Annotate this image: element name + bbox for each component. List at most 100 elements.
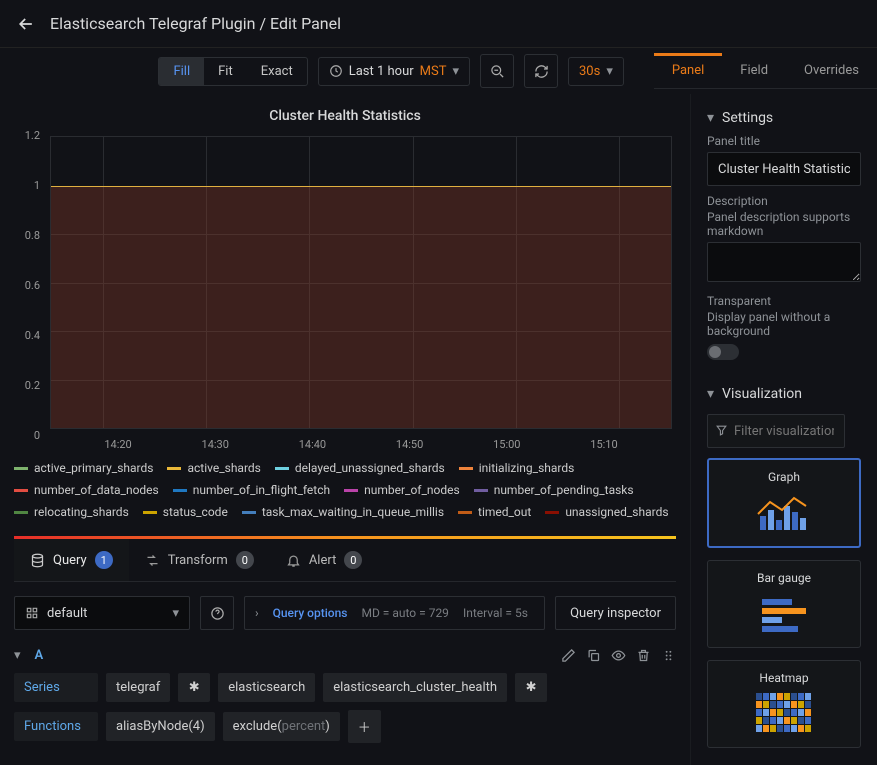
tab-field[interactable]: Field	[722, 53, 786, 88]
legend-item[interactable]: active_shards	[167, 461, 260, 475]
description-label: Description	[707, 194, 861, 208]
zoom-out-button[interactable]	[480, 54, 514, 88]
time-range-label: Last 1 hour	[349, 64, 414, 79]
series-tag[interactable]: telegraf	[106, 673, 170, 702]
fit-fill[interactable]: Fill	[159, 58, 204, 85]
right-tabs: Panel Field Overrides	[654, 53, 877, 89]
tab-overrides[interactable]: Overrides	[786, 53, 877, 88]
legend-item[interactable]: status_code	[143, 505, 228, 519]
datasource-select[interactable]: default ▾	[14, 596, 190, 630]
series-wildcard[interactable]: ✱	[515, 673, 547, 702]
description-hint: Panel description supports markdown	[707, 210, 861, 238]
tab-alert-label: Alert	[309, 553, 337, 568]
legend-item[interactable]: active_primary_shards	[14, 461, 153, 475]
functions-label: Functions	[14, 712, 98, 741]
datasource-value: default	[47, 606, 87, 621]
series-tag[interactable]: elasticsearch	[218, 673, 315, 702]
tab-alert[interactable]: Alert 0	[270, 539, 379, 581]
viz-card-heatmap[interactable]: Heatmap	[707, 660, 861, 748]
chevron-right-icon: ›	[255, 606, 259, 620]
tab-query[interactable]: Query 1	[14, 539, 129, 581]
back-arrow-icon[interactable]	[16, 14, 36, 34]
legend-item[interactable]: initializing_shards	[459, 461, 575, 475]
query-interval-label: Interval = 5s	[463, 606, 528, 620]
chart-legend: active_primary_shards active_shards delaye…	[14, 461, 676, 519]
legend-item[interactable]: timed_out	[458, 505, 531, 519]
series-tag[interactable]: elasticsearch_cluster_health	[323, 673, 507, 702]
chevron-down-icon: ▾	[707, 386, 714, 402]
legend-item[interactable]: relocating_shards	[14, 505, 129, 519]
legend-item[interactable]: number_of_pending_tasks	[474, 483, 634, 497]
panel-title-input[interactable]	[707, 152, 861, 186]
series-wildcard[interactable]: ✱	[178, 673, 210, 702]
visualization-section-toggle[interactable]: ▾ Visualization	[707, 386, 861, 402]
legend-item[interactable]: task_max_waiting_in_queue_millis	[242, 505, 444, 519]
database-icon	[30, 553, 45, 568]
chevron-down-icon[interactable]: ▾	[14, 648, 21, 663]
add-function-button[interactable]: ＋	[348, 710, 381, 743]
query-count-badge: 1	[95, 551, 113, 569]
legend-item[interactable]: unassigned_shards	[545, 505, 668, 519]
chevron-down-icon: ▾	[452, 64, 459, 79]
transparent-hint: Display panel without a background	[707, 310, 861, 338]
function-tag[interactable]: exclude(percent)	[223, 712, 340, 741]
graph-icon	[754, 492, 814, 532]
functions-row: Functions aliasByNode(4) exclude(percent…	[14, 710, 676, 743]
heatmap-icon	[756, 693, 812, 733]
refresh-button[interactable]	[524, 54, 558, 88]
breadcrumb: Elasticsearch Telegraf Plugin / Edit Pan…	[50, 14, 341, 33]
drag-handle-icon[interactable]	[661, 648, 676, 663]
viz-card-graph[interactable]: Graph	[707, 458, 861, 548]
time-range-picker[interactable]: Last 1 hour MST ▾	[318, 57, 470, 86]
viz-card-label: Bar gauge	[708, 571, 860, 585]
query-section-tabs: Query 1 Transform 0 Alert 0	[14, 539, 676, 582]
help-icon	[210, 606, 225, 621]
series-row: Series telegraf ✱ elasticsearch elastics…	[14, 673, 676, 702]
transparent-toggle[interactable]	[707, 344, 739, 360]
transparent-label: Transparent	[707, 294, 861, 308]
tab-panel[interactable]: Panel	[654, 53, 722, 88]
settings-section-toggle[interactable]: ▾ Settings	[707, 110, 861, 126]
fit-mode-segment: Fill Fit Exact	[158, 57, 307, 86]
query-options-bar[interactable]: › Query options MD = auto = 729 Interval…	[244, 596, 545, 630]
eye-icon[interactable]	[611, 648, 626, 663]
trash-icon[interactable]	[636, 648, 651, 663]
query-id: A	[35, 648, 44, 663]
legend-item[interactable]: number_of_data_nodes	[14, 483, 159, 497]
timezone-label: MST	[420, 64, 447, 79]
query-options-link[interactable]: Query options	[273, 606, 348, 620]
function-tag[interactable]: aliasByNode(4)	[106, 712, 215, 741]
fit-fit[interactable]: Fit	[204, 58, 247, 85]
tab-query-label: Query	[53, 553, 87, 568]
copy-icon[interactable]	[586, 648, 601, 663]
tab-transform-label: Transform	[168, 553, 228, 568]
viz-card-label: Graph	[709, 470, 859, 484]
filter-icon	[715, 424, 728, 437]
legend-item[interactable]: number_of_nodes	[344, 483, 460, 497]
panel-title: Cluster Health Statistics	[14, 108, 676, 124]
bargauge-icon	[754, 593, 814, 633]
transform-count-badge: 0	[236, 551, 254, 569]
refresh-interval-value: 30s	[579, 64, 600, 79]
datasource-icon	[25, 606, 39, 620]
panel-title-label: Panel title	[707, 134, 861, 148]
query-inspector-button[interactable]: Query inspector	[555, 596, 676, 630]
legend-item[interactable]: number_of_in_flight_fetch	[173, 483, 330, 497]
chevron-down-icon: ▾	[172, 606, 179, 621]
transform-icon	[145, 553, 160, 568]
description-input[interactable]	[707, 242, 861, 282]
legend-item[interactable]: delayed_unassigned_shards	[275, 461, 445, 475]
bell-icon	[286, 553, 301, 568]
refresh-interval-picker[interactable]: 30s ▾	[568, 57, 624, 86]
query-md-label: MD = auto = 729	[361, 606, 448, 620]
chevron-down-icon: ▾	[606, 64, 613, 79]
pencil-icon[interactable]	[561, 648, 576, 663]
tab-transform[interactable]: Transform 0	[129, 539, 270, 581]
viz-card-bargauge[interactable]: Bar gauge	[707, 560, 861, 648]
clock-icon	[329, 64, 343, 78]
datasource-help-button[interactable]	[200, 596, 234, 630]
refresh-icon	[534, 64, 549, 79]
visualization-heading: Visualization	[722, 386, 802, 402]
chart-area[interactable]: 00.20.40.60.811.214:2014:3014:4014:5015:…	[14, 132, 676, 455]
fit-exact[interactable]: Exact	[247, 58, 307, 85]
